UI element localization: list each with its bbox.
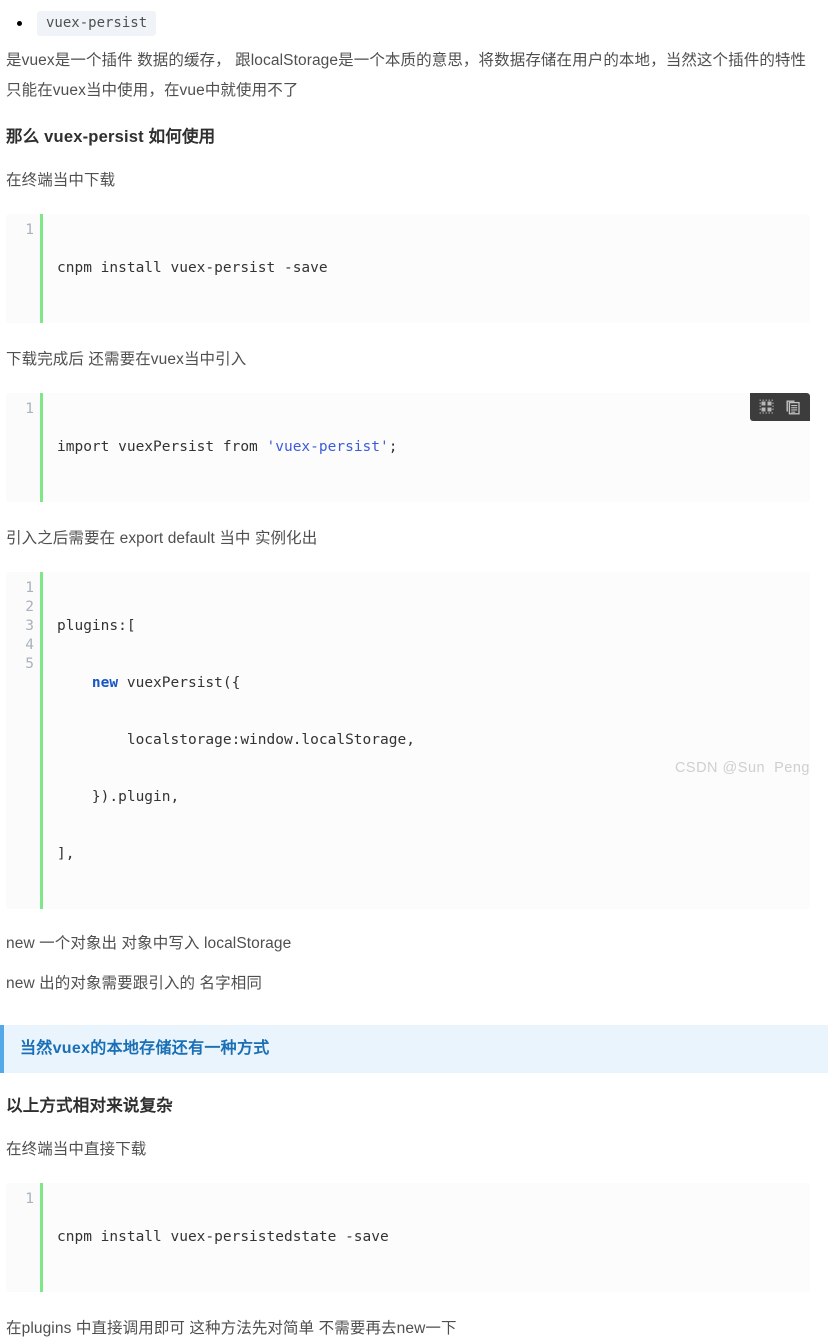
code-content[interactable]: plugins:[ new vuexPersist({ localstorage…	[43, 572, 810, 909]
code-token-semicolon: ;	[388, 439, 398, 455]
paragraph-conclusion: 在plugins 中直接调用即可 这种方法先对简单 不需要再去new一下	[6, 1320, 457, 1337]
line-number: 2	[25, 599, 34, 615]
line-number: 4	[25, 637, 34, 653]
article-page: vuex-persist 是vuex是一个插件 数据的缓存， 跟localSto…	[0, 0, 828, 1337]
list-item: vuex-persist	[0, 10, 828, 36]
code-line: plugins:[	[57, 618, 136, 634]
code-token-plain: vuexPersist({	[118, 675, 241, 691]
code-block-install-vuex-persist[interactable]: 1 cnpm install vuex-persist -save	[6, 214, 810, 323]
line-number: 3	[25, 618, 34, 634]
callout-text: 当然vuex的本地存储还有一种方式	[20, 1040, 270, 1057]
dotted-grid-icon[interactable]	[758, 398, 776, 416]
copy-icon[interactable]	[784, 398, 802, 416]
paragraph-intro: 是vuex是一个插件 数据的缓存， 跟localStorage是一个本质的意思，…	[0, 46, 828, 106]
paragraph-export-default: 引入之后需要在 export default 当中 实例化出	[6, 530, 318, 547]
code-line: cnpm install vuex-persist -save	[57, 260, 328, 276]
csdn-watermark: CSDN @Sun Peng	[674, 760, 810, 776]
line-number: 1	[25, 580, 34, 596]
paragraph-new-object: new 一个对象出 对象中写入 localStorage	[6, 935, 292, 952]
code-line: ],	[57, 846, 75, 862]
code-block-import-vuex-persist[interactable]: 1 import vuexPersist from 'vuex-persist'…	[6, 393, 810, 502]
paragraph-intro-line-1: 是vuex是一个插件 数据的缓存， 跟localStorage是一个本质的意思，…	[6, 52, 807, 69]
heading-complex-method: 以上方式相对来说复杂	[6, 1097, 173, 1115]
code-line: localstorage:window.localStorage,	[57, 732, 415, 748]
paragraph-download-terminal: 在终端当中下载	[6, 172, 116, 189]
line-number-gutter: 1	[6, 214, 43, 323]
code-block-install-persistedstate[interactable]: 1 cnpm install vuex-persistedstate -save	[6, 1183, 810, 1292]
bullet-list: vuex-persist	[0, 10, 828, 36]
code-content[interactable]: cnpm install vuex-persist -save	[43, 214, 810, 323]
code-line: import vuexPersist from 'vuex-persist';	[57, 438, 810, 457]
line-number: 5	[25, 656, 34, 672]
code-line: }).plugin,	[57, 789, 180, 805]
code-toolbar	[750, 393, 810, 421]
code-content[interactable]: cnpm install vuex-persistedstate -save	[43, 1183, 810, 1292]
line-number-gutter: 1	[6, 393, 43, 502]
line-number-gutter: 1	[6, 1183, 43, 1292]
code-line: cnpm install vuex-persistedstate -save	[57, 1229, 389, 1245]
code-token-plain: import vuexPersist from	[57, 439, 267, 455]
callout-blockquote: 当然vuex的本地存储还有一种方式	[0, 1025, 828, 1073]
line-number: 1	[25, 401, 34, 417]
paragraph-intro-line-2: 只能在vuex当中使用，在vue中就使用不了	[6, 82, 299, 99]
paragraph-direct-download: 在终端当中直接下载	[6, 1141, 147, 1158]
code-line: new vuexPersist({	[57, 674, 810, 693]
code-block-plugins-config[interactable]: 1 2 3 4 5 plugins:[ new vuexPersist({ lo…	[6, 572, 810, 909]
paragraph-after-download: 下载完成后 还需要在vuex当中引入	[6, 351, 247, 368]
inline-code-vuex-persist: vuex-persist	[37, 11, 157, 36]
heading-how-to-use: 那么 vuex-persist 如何使用	[6, 128, 216, 146]
code-content[interactable]: import vuexPersist from 'vuex-persist';	[43, 393, 810, 502]
paragraph-same-name: new 出的对象需要跟引入的 名字相同	[6, 975, 262, 992]
spacer-top	[0, 0, 828, 10]
line-number: 1	[25, 222, 34, 238]
line-number-gutter: 1 2 3 4 5	[6, 572, 43, 909]
code-token-keyword: new	[91, 675, 119, 691]
code-token-string: 'vuex-persist'	[266, 439, 389, 455]
line-number: 1	[25, 1191, 34, 1207]
